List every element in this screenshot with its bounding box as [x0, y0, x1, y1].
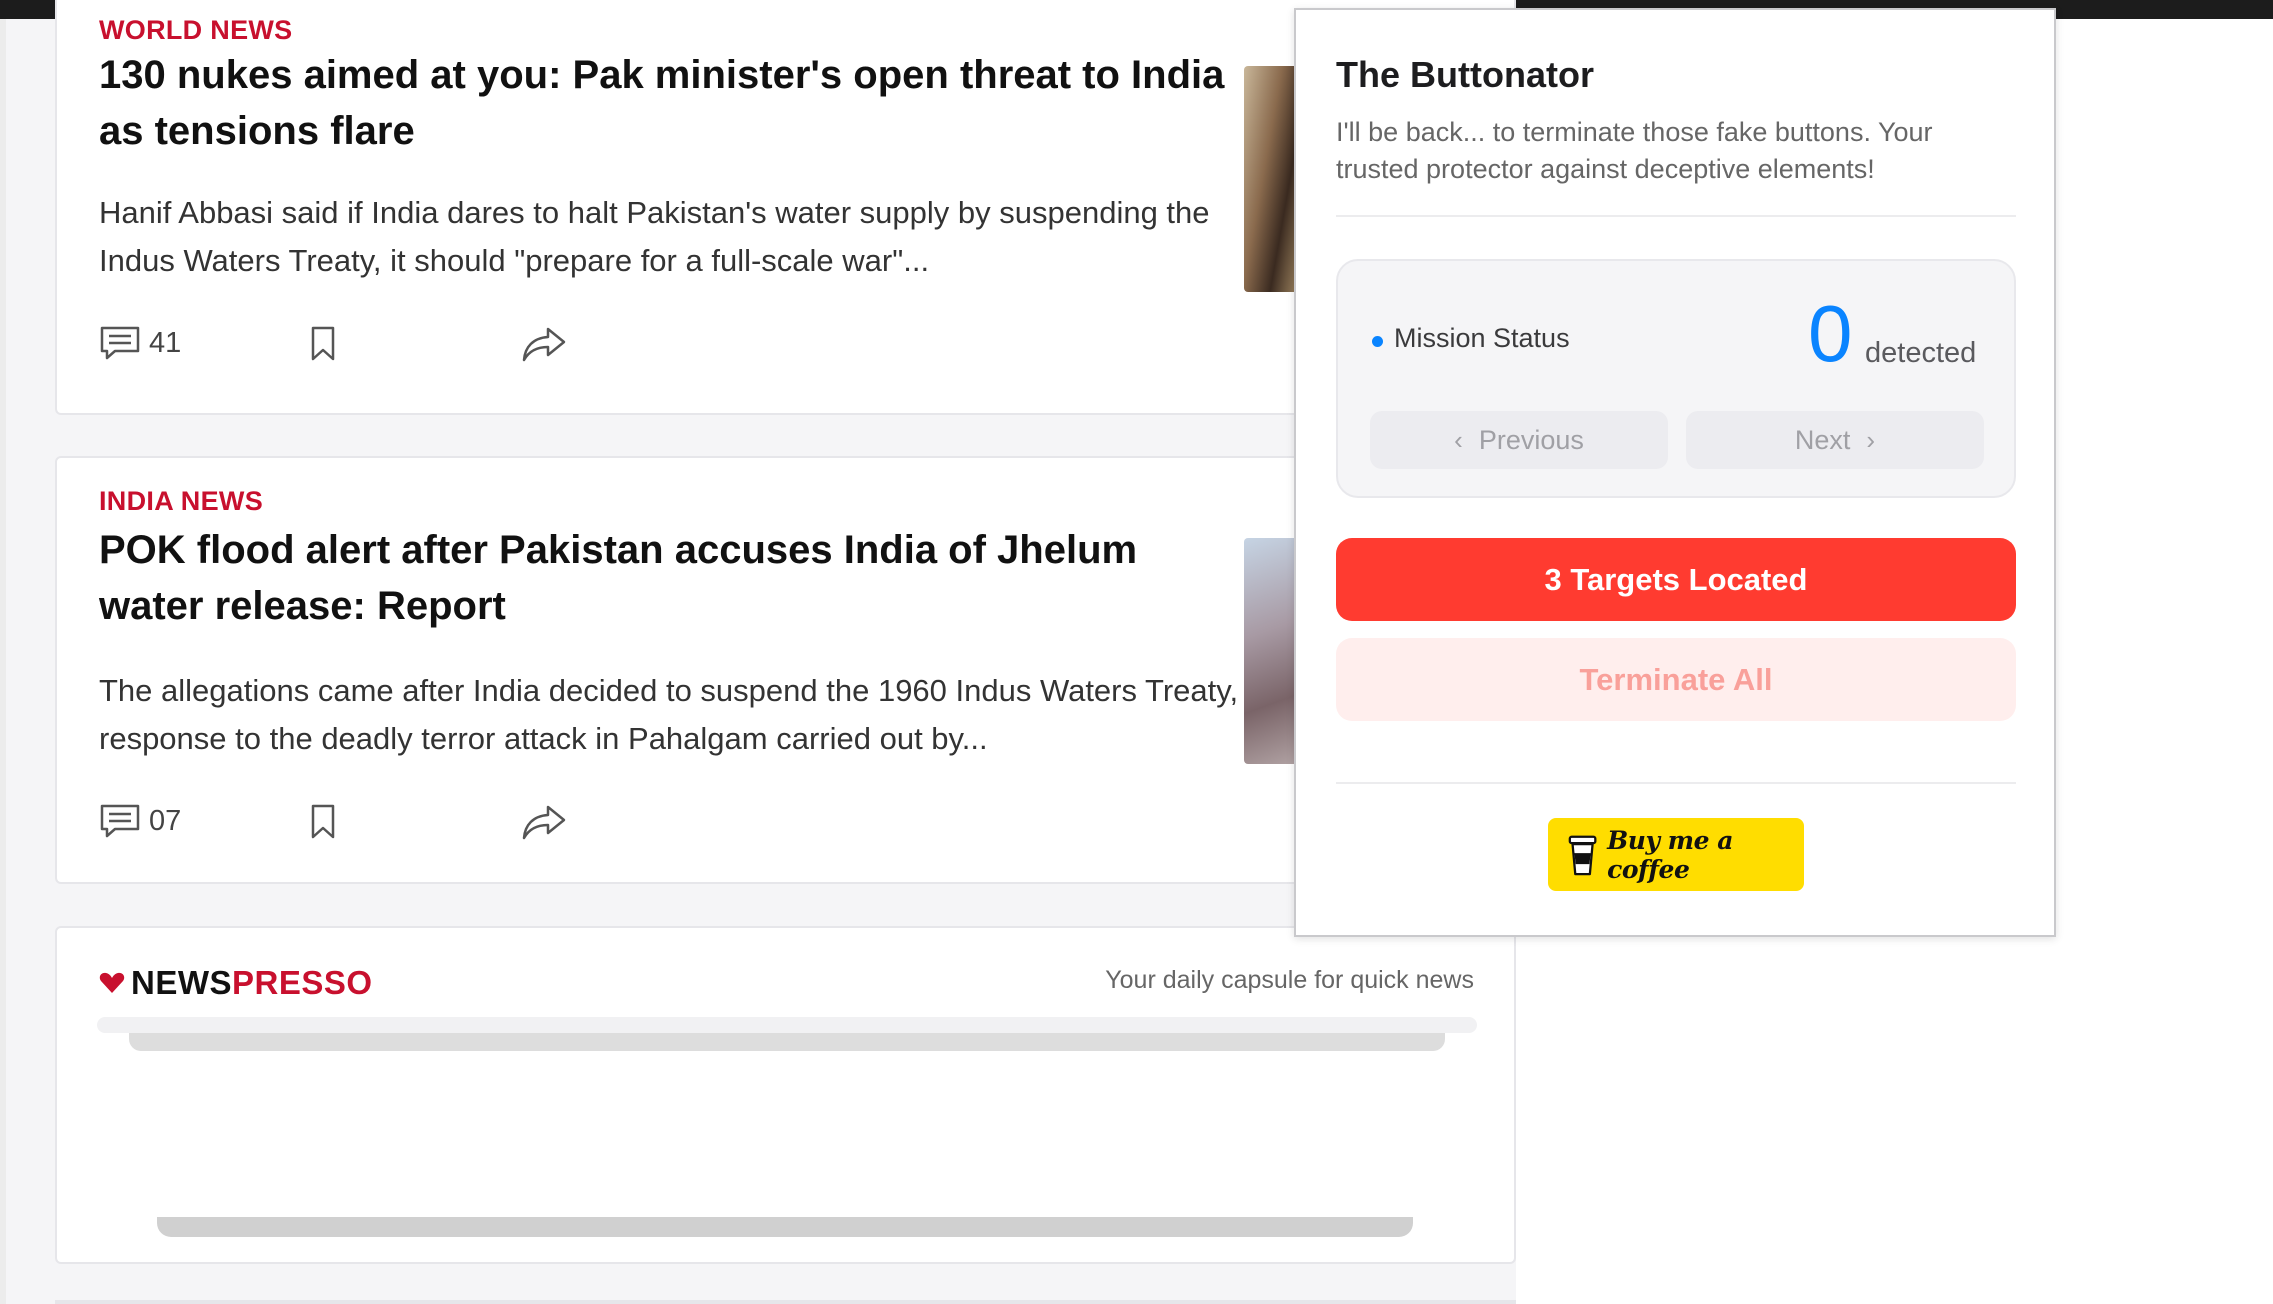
- detected-count: 0: [1808, 289, 1853, 378]
- buy-me-a-coffee-button[interactable]: Buy me a coffee: [1548, 818, 1804, 891]
- comment-count: 07: [149, 804, 182, 837]
- bookmark-icon: [311, 804, 335, 839]
- next-button[interactable]: Next ›: [1686, 411, 1984, 469]
- terminate-all-button[interactable]: Terminate All: [1336, 638, 2016, 721]
- share-button[interactable]: [521, 325, 567, 363]
- newspresso-logo[interactable]: NEWSPRESSO: [99, 964, 373, 1002]
- targets-located-button[interactable]: 3 Targets Located: [1336, 538, 2016, 621]
- article-category[interactable]: INDIA NEWS: [99, 486, 263, 517]
- share-icon: [522, 327, 566, 362]
- divider: [1336, 782, 2016, 784]
- bookmark-button[interactable]: [309, 325, 337, 363]
- bookmark-icon: [311, 326, 335, 361]
- chevron-left-icon: ‹: [1454, 424, 1463, 455]
- article-summary: Hanif Abbasi said if India dares to halt…: [99, 195, 1210, 278]
- coffee-label: Buy me a coffee: [1607, 825, 1733, 884]
- brand-news: NEWS: [131, 964, 232, 1001]
- previous-label: Previous: [1478, 424, 1584, 455]
- article-category[interactable]: WORLD NEWS: [99, 15, 292, 46]
- comments-button[interactable]: 41: [99, 325, 181, 361]
- newspresso-brand: NEWSPRESSO: [131, 964, 373, 1002]
- chevron-right-icon: ›: [1866, 424, 1876, 455]
- carousel-scrollbar[interactable]: [157, 1217, 1413, 1237]
- popup-title: The Buttonator: [1336, 54, 1594, 95]
- carousel-track: [97, 1017, 1477, 1033]
- mission-status-panel: Mission Status 0 detected ‹ Previous Nex…: [1336, 259, 2016, 498]
- comment-icon: [100, 326, 140, 360]
- next-label: Next: [1794, 424, 1851, 455]
- comments-button[interactable]: 07: [99, 803, 181, 839]
- heart-icon: [99, 972, 125, 993]
- detected-label: detected: [1865, 337, 1977, 369]
- divider: [1336, 215, 2016, 217]
- article-summary: The allegations came after India decided…: [99, 673, 1271, 756]
- bookmark-button[interactable]: [309, 803, 337, 841]
- next-card-edge: [55, 1300, 1516, 1304]
- previous-button[interactable]: ‹ Previous: [1370, 411, 1668, 469]
- article-headline[interactable]: 130 nukes aimed at you: Pak minister's o…: [99, 47, 1249, 159]
- status-label: Mission Status: [1394, 323, 1570, 353]
- comment-icon: [100, 804, 140, 838]
- newspresso-card[interactable]: NEWSPRESSO Your daily capsule for quick …: [55, 926, 1516, 1264]
- popup-description: I'll be back... to terminate those fake …: [1336, 117, 1933, 184]
- share-button[interactable]: [521, 803, 567, 841]
- status-dot-icon: [1372, 336, 1383, 347]
- brand-presso: PRESSO: [232, 964, 373, 1001]
- buttonator-popup: The Buttonator I'll be back... to termin…: [1294, 8, 2056, 937]
- comment-count: 41: [149, 326, 182, 359]
- newspresso-tagline: Your daily capsule for quick news: [1105, 966, 1474, 994]
- article-headline[interactable]: POK flood alert after Pakistan accuses I…: [99, 522, 1249, 634]
- share-icon: [522, 805, 566, 840]
- carousel-card-placeholder: [129, 1033, 1445, 1051]
- coffee-cup-icon: [1568, 835, 1597, 875]
